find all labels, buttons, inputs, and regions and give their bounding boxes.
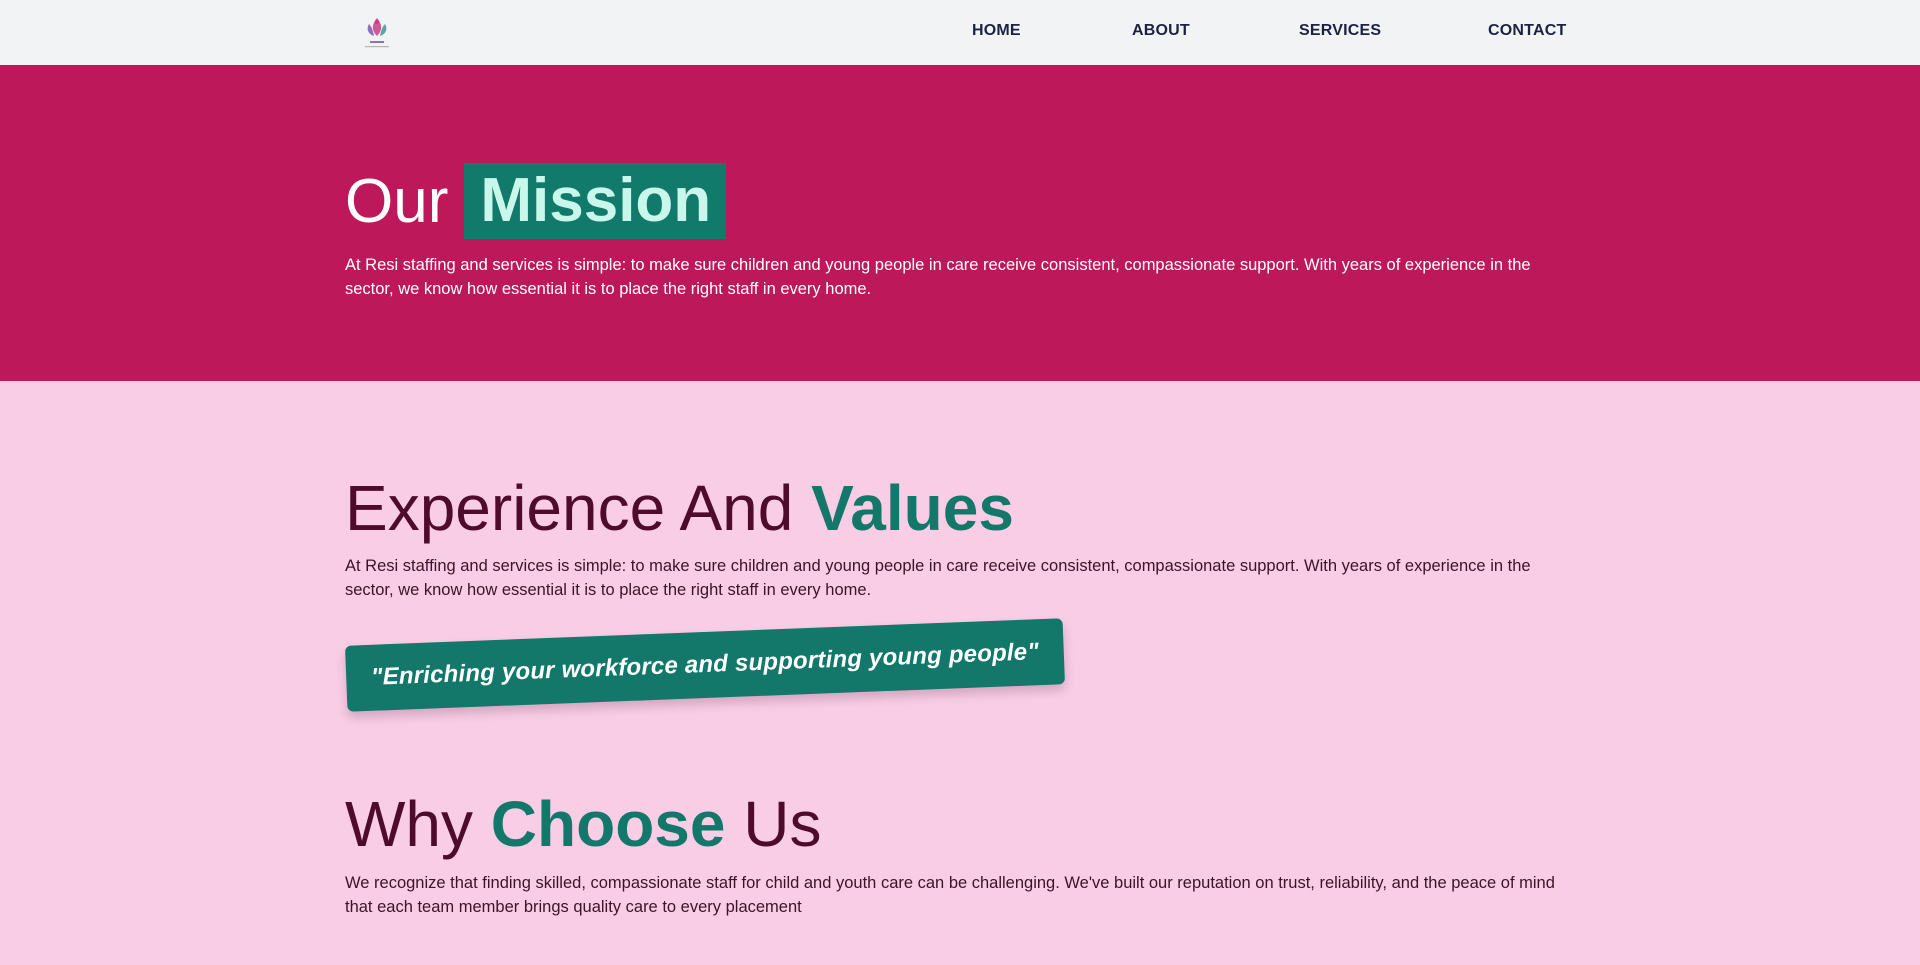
mission-heading-highlight: Mission bbox=[464, 163, 727, 239]
why-heading-prefix: Why bbox=[345, 788, 491, 860]
mission-description: At Resi staffing and services is simple:… bbox=[345, 256, 1531, 298]
site-header: HOME ABOUT SERVICES CONTACT bbox=[0, 0, 1920, 65]
why-choose-us-description: We recognize that finding skilled, compa… bbox=[345, 874, 1555, 916]
nav-about-link[interactable]: ABOUT bbox=[1132, 22, 1190, 40]
quote-text: "Enriching your workforce and supporting… bbox=[370, 638, 1040, 691]
experience-description: At Resi staffing and services is simple:… bbox=[345, 557, 1531, 599]
experience-heading-accent: Values bbox=[811, 472, 1014, 544]
experience-heading-prefix: Experience And bbox=[345, 472, 812, 544]
quote-banner: "Enriching your workforce and supporting… bbox=[344, 618, 1066, 712]
why-heading-suffix: Us bbox=[725, 788, 822, 860]
mission-heading-prefix: Our bbox=[345, 166, 449, 236]
nav-contact-link[interactable]: CONTACT bbox=[1488, 22, 1566, 40]
why-heading-accent: Choose bbox=[490, 788, 726, 860]
mission-heading: Our Mission bbox=[345, 161, 727, 241]
nav-home-link[interactable]: HOME bbox=[972, 22, 1021, 40]
nav-services-link[interactable]: SERVICES bbox=[1299, 22, 1381, 40]
mission-section: Our Mission At Resi staffing and service… bbox=[0, 65, 1920, 381]
main-nav: HOME ABOUT SERVICES CONTACT bbox=[0, 0, 1920, 65]
experience-heading: Experience And Values bbox=[345, 470, 1014, 546]
why-choose-us-heading: Why Choose Us bbox=[345, 786, 821, 862]
